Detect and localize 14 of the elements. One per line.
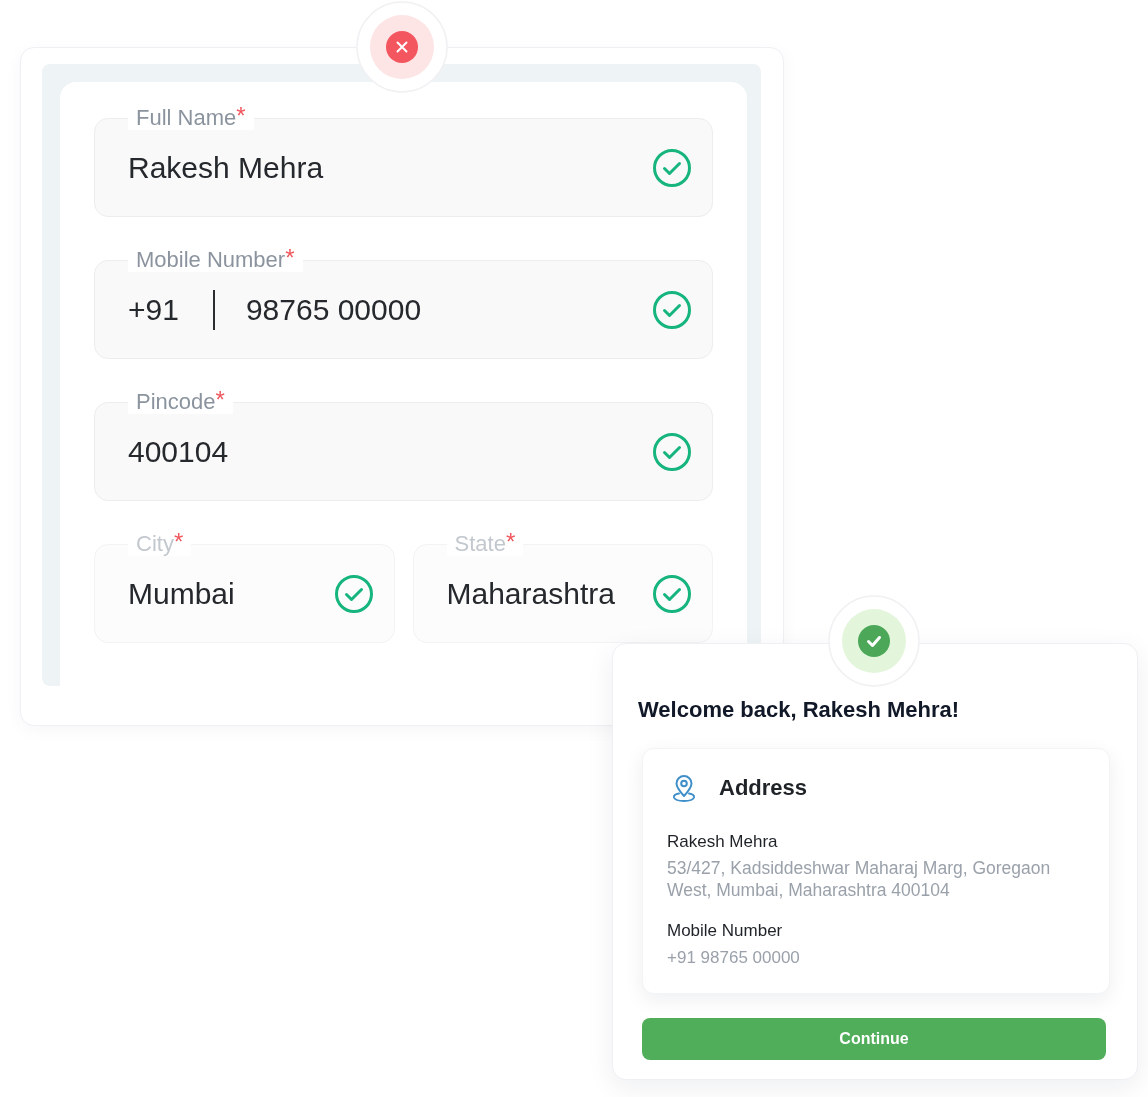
address-text: 53/427, Kadsiddeshwar Maharaj Marg, Goregaon West, Mumbai, Maharashtra 400104 — [667, 857, 1052, 901]
field-label: Mobile Number* — [128, 248, 303, 272]
input-field[interactable]: Pincode* 400104 — [94, 390, 713, 501]
field-label: Full Name* — [128, 106, 254, 130]
field-label: City* — [128, 532, 192, 556]
mobile-label: Mobile Number — [667, 920, 784, 942]
section-heading: Address — [719, 774, 808, 802]
field-label: Pincode* — [128, 390, 233, 414]
welcome-title: Welcome back, Rakesh Mehra! — [638, 696, 961, 724]
location-pin-icon — [672, 774, 696, 802]
input-field[interactable]: Full Name* Rakesh Mehra — [94, 106, 713, 217]
mobile-number: +91 98765 00000 — [667, 947, 801, 969]
contact-name: Rakesh Mehra — [667, 831, 779, 853]
input-field[interactable]: Mobile Number* +91 98765 00000 — [94, 248, 713, 359]
